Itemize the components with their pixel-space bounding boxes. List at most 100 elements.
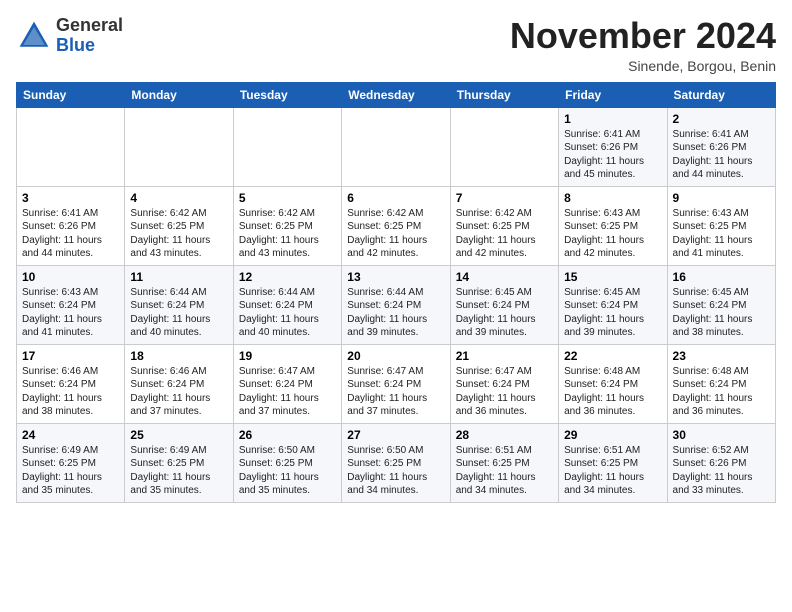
calendar-cell: 27 Sunrise: 6:50 AM Sunset: 6:25 PM Dayli… xyxy=(342,423,450,502)
day-number: 16 xyxy=(673,270,770,284)
day-info: Sunrise: 6:50 AM Sunset: 6:25 PM Dayligh… xyxy=(347,444,444,498)
header-row: Sunday Monday Tuesday Wednesday Thursday… xyxy=(17,82,776,107)
day-number: 7 xyxy=(456,191,553,205)
day-number: 24 xyxy=(22,428,119,442)
calendar-cell: 25 Sunrise: 6:49 AM Sunset: 6:25 PM Dayli… xyxy=(125,423,233,502)
calendar-cell: 18Sunrise: 6:46 AM Sunset: 6:24 PM Dayli… xyxy=(125,344,233,423)
calendar-cell: 1 Sunrise: 6:41 AM Sunset: 6:26 PM Daylig… xyxy=(559,107,667,186)
day-number: 8 xyxy=(564,191,661,205)
calendar-cell: 13 Sunrise: 6:44 AM Sunset: 6:24 PM Dayli… xyxy=(342,265,450,344)
day-number: 26 xyxy=(239,428,336,442)
calendar-cell xyxy=(233,107,341,186)
day-info: Sunrise: 6:44 AM Sunset: 6:24 PM Dayligh… xyxy=(130,286,227,340)
day-number: 27 xyxy=(347,428,444,442)
day-number: 22 xyxy=(564,349,661,363)
col-monday: Monday xyxy=(125,82,233,107)
title-block: November 2024 Sinende, Borgou, Benin xyxy=(510,16,776,74)
day-number: 14 xyxy=(456,270,553,284)
day-number: 4 xyxy=(130,191,227,205)
calendar-cell xyxy=(342,107,450,186)
day-number: 29 xyxy=(564,428,661,442)
day-number: 12 xyxy=(239,270,336,284)
calendar-cell: 3 Sunrise: 6:41 AM Sunset: 6:26 PM Daylig… xyxy=(17,186,125,265)
day-number: 25 xyxy=(130,428,227,442)
calendar-cell: 4 Sunrise: 6:42 AM Sunset: 6:25 PM Daylig… xyxy=(125,186,233,265)
col-saturday: Saturday xyxy=(667,82,775,107)
week-row-1: 1 Sunrise: 6:41 AM Sunset: 6:26 PM Daylig… xyxy=(17,107,776,186)
calendar-cell: 23Sunrise: 6:48 AM Sunset: 6:24 PM Dayli… xyxy=(667,344,775,423)
logo-blue: Blue xyxy=(56,35,95,55)
day-info: Sunrise: 6:42 AM Sunset: 6:25 PM Dayligh… xyxy=(239,207,336,261)
col-sunday: Sunday xyxy=(17,82,125,107)
day-info: Sunrise: 6:45 AM Sunset: 6:24 PM Dayligh… xyxy=(456,286,553,340)
week-row-3: 10Sunrise: 6:43 AM Sunset: 6:24 PM Dayli… xyxy=(17,265,776,344)
day-number: 19 xyxy=(239,349,336,363)
day-info: Sunrise: 6:49 AM Sunset: 6:25 PM Dayligh… xyxy=(22,444,119,498)
day-number: 5 xyxy=(239,191,336,205)
day-info: Sunrise: 6:41 AM Sunset: 6:26 PM Dayligh… xyxy=(673,128,770,182)
day-number: 30 xyxy=(673,428,770,442)
calendar-cell: 14 Sunrise: 6:45 AM Sunset: 6:24 PM Dayli… xyxy=(450,265,558,344)
day-info: Sunrise: 6:41 AM Sunset: 6:26 PM Dayligh… xyxy=(564,128,661,182)
day-info: Sunrise: 6:41 AM Sunset: 6:26 PM Dayligh… xyxy=(22,207,119,261)
logo-text: General Blue xyxy=(56,16,123,56)
calendar-cell: 9 Sunrise: 6:43 AM Sunset: 6:25 PM Daylig… xyxy=(667,186,775,265)
calendar-cell: 20Sunrise: 6:47 AM Sunset: 6:24 PM Dayli… xyxy=(342,344,450,423)
day-info: Sunrise: 6:44 AM Sunset: 6:24 PM Dayligh… xyxy=(347,286,444,340)
day-number: 9 xyxy=(673,191,770,205)
calendar-body: 1 Sunrise: 6:41 AM Sunset: 6:26 PM Daylig… xyxy=(17,107,776,502)
day-number: 1 xyxy=(564,112,661,126)
day-number: 18 xyxy=(130,349,227,363)
day-info: Sunrise: 6:42 AM Sunset: 6:25 PM Dayligh… xyxy=(456,207,553,261)
calendar-cell: 15 Sunrise: 6:45 AM Sunset: 6:24 PM Dayli… xyxy=(559,265,667,344)
calendar-cell: 28 Sunrise: 6:51 AM Sunset: 6:25 PM Dayli… xyxy=(450,423,558,502)
calendar-cell: 30Sunrise: 6:52 AM Sunset: 6:26 PM Dayli… xyxy=(667,423,775,502)
calendar-cell: 5 Sunrise: 6:42 AM Sunset: 6:25 PM Daylig… xyxy=(233,186,341,265)
day-number: 15 xyxy=(564,270,661,284)
day-info: Sunrise: 6:43 AM Sunset: 6:25 PM Dayligh… xyxy=(673,207,770,261)
day-number: 2 xyxy=(673,112,770,126)
day-info: Sunrise: 6:44 AM Sunset: 6:24 PM Dayligh… xyxy=(239,286,336,340)
calendar-cell: 22Sunrise: 6:48 AM Sunset: 6:24 PM Dayli… xyxy=(559,344,667,423)
calendar-table: Sunday Monday Tuesday Wednesday Thursday… xyxy=(16,82,776,503)
calendar-cell: 26 Sunrise: 6:50 AM Sunset: 6:25 PM Dayli… xyxy=(233,423,341,502)
day-info: Sunrise: 6:45 AM Sunset: 6:24 PM Dayligh… xyxy=(673,286,770,340)
col-wednesday: Wednesday xyxy=(342,82,450,107)
day-number: 21 xyxy=(456,349,553,363)
day-number: 28 xyxy=(456,428,553,442)
calendar-cell: 21 Sunrise: 6:47 AM Sunset: 6:24 PM Dayli… xyxy=(450,344,558,423)
calendar-header: Sunday Monday Tuesday Wednesday Thursday… xyxy=(17,82,776,107)
day-info: Sunrise: 6:51 AM Sunset: 6:25 PM Dayligh… xyxy=(456,444,553,498)
calendar-cell: 12 Sunrise: 6:44 AM Sunset: 6:24 PM Dayli… xyxy=(233,265,341,344)
col-thursday: Thursday xyxy=(450,82,558,107)
day-info: Sunrise: 6:47 AM Sunset: 6:24 PM Dayligh… xyxy=(456,365,553,419)
day-info: Sunrise: 6:42 AM Sunset: 6:25 PM Dayligh… xyxy=(347,207,444,261)
page-header: General Blue November 2024 Sinende, Borg… xyxy=(16,16,776,74)
logo: General Blue xyxy=(16,16,123,56)
day-info: Sunrise: 6:49 AM Sunset: 6:25 PM Dayligh… xyxy=(130,444,227,498)
calendar-cell: 24 Sunrise: 6:49 AM Sunset: 6:25 PM Dayli… xyxy=(17,423,125,502)
calendar-cell: 6Sunrise: 6:42 AM Sunset: 6:25 PM Daylig… xyxy=(342,186,450,265)
day-number: 17 xyxy=(22,349,119,363)
calendar-cell xyxy=(450,107,558,186)
calendar-cell: 11 Sunrise: 6:44 AM Sunset: 6:24 PM Dayli… xyxy=(125,265,233,344)
logo-icon xyxy=(16,18,52,54)
day-info: Sunrise: 6:45 AM Sunset: 6:24 PM Dayligh… xyxy=(564,286,661,340)
location: Sinende, Borgou, Benin xyxy=(510,58,776,74)
day-info: Sunrise: 6:43 AM Sunset: 6:24 PM Dayligh… xyxy=(22,286,119,340)
day-number: 3 xyxy=(22,191,119,205)
logo-general: General xyxy=(56,15,123,35)
calendar-cell: 10Sunrise: 6:43 AM Sunset: 6:24 PM Dayli… xyxy=(17,265,125,344)
calendar-cell: 2 Sunrise: 6:41 AM Sunset: 6:26 PM Daylig… xyxy=(667,107,775,186)
day-info: Sunrise: 6:46 AM Sunset: 6:24 PM Dayligh… xyxy=(22,365,119,419)
day-info: Sunrise: 6:42 AM Sunset: 6:25 PM Dayligh… xyxy=(130,207,227,261)
day-info: Sunrise: 6:43 AM Sunset: 6:25 PM Dayligh… xyxy=(564,207,661,261)
day-number: 13 xyxy=(347,270,444,284)
day-info: Sunrise: 6:50 AM Sunset: 6:25 PM Dayligh… xyxy=(239,444,336,498)
col-friday: Friday xyxy=(559,82,667,107)
day-info: Sunrise: 6:47 AM Sunset: 6:24 PM Dayligh… xyxy=(239,365,336,419)
day-info: Sunrise: 6:47 AM Sunset: 6:24 PM Dayligh… xyxy=(347,365,444,419)
day-number: 11 xyxy=(130,270,227,284)
day-number: 23 xyxy=(673,349,770,363)
calendar-cell: 19 Sunrise: 6:47 AM Sunset: 6:24 PM Dayli… xyxy=(233,344,341,423)
